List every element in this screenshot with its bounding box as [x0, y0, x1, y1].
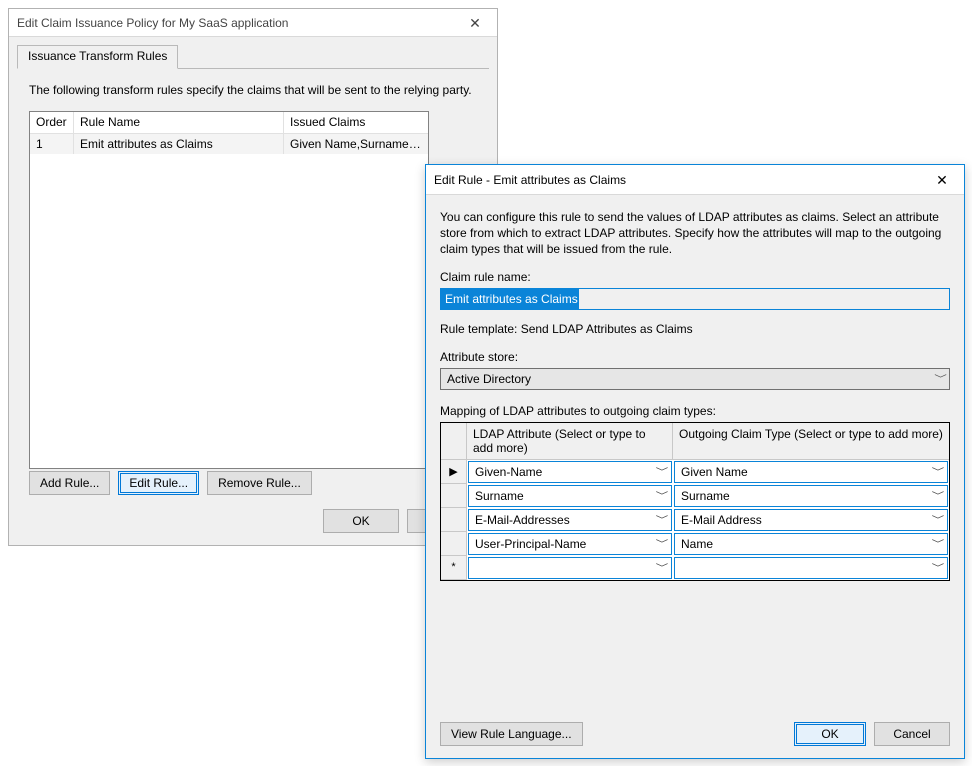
- chevron-down-icon: ﹀: [649, 486, 672, 506]
- col-ldap-attribute[interactable]: LDAP Attribute (Select or type to add mo…: [467, 423, 673, 460]
- chevron-down-icon: ﹀: [925, 486, 948, 506]
- mapping-label: Mapping of LDAP attributes to outgoing c…: [440, 404, 950, 418]
- chevron-down-icon: ﹀: [649, 510, 672, 530]
- dialog-titlebar[interactable]: Edit Rule - Emit attributes as Claims ✕: [426, 165, 964, 195]
- chevron-down-icon: ﹀: [649, 558, 672, 578]
- chevron-down-icon: ﹀: [925, 510, 948, 530]
- mapping-row-new[interactable]: * ﹀ ﹀: [441, 556, 949, 580]
- view-rule-language-button[interactable]: View Rule Language...: [440, 722, 583, 746]
- chevron-down-icon: ﹀: [649, 462, 672, 482]
- dialog-title: Edit Claim Issuance Policy for My SaaS a…: [17, 16, 288, 30]
- ldap-attribute-value: Surname: [475, 489, 524, 503]
- mapping-row[interactable]: Surname ﹀ Surname ﹀: [441, 484, 949, 508]
- claim-rule-name-label: Claim rule name:: [440, 270, 950, 284]
- attribute-store-select[interactable]: Active Directory ﹀: [440, 368, 950, 390]
- cell-claims: Given Name,Surname,E-…: [284, 134, 428, 154]
- ok-button[interactable]: OK: [794, 722, 866, 746]
- claim-type-select[interactable]: Surname ﹀: [674, 485, 948, 507]
- mapping-grid[interactable]: LDAP Attribute (Select or type to add mo…: [440, 422, 950, 581]
- claim-type-select[interactable]: ﹀: [674, 557, 948, 579]
- claim-type-value: E-Mail Address: [681, 513, 762, 527]
- rule-description: You can configure this rule to send the …: [440, 209, 950, 258]
- mapping-row[interactable]: E-Mail-Addresses ﹀ E-Mail Address ﹀: [441, 508, 949, 532]
- row-handle[interactable]: [441, 484, 467, 508]
- chevron-down-icon: ﹀: [649, 534, 672, 554]
- cell-name: Emit attributes as Claims: [74, 134, 284, 154]
- remove-rule-button[interactable]: Remove Rule...: [207, 471, 312, 495]
- ldap-attribute-select[interactable]: ﹀: [468, 557, 672, 579]
- add-rule-button[interactable]: Add Rule...: [29, 471, 110, 495]
- rule-template-label: Rule template: Send LDAP Attributes as C…: [440, 322, 950, 336]
- ok-button[interactable]: OK: [323, 509, 399, 533]
- ldap-attribute-select[interactable]: Surname ﹀: [468, 485, 672, 507]
- close-icon[interactable]: ✕: [920, 165, 964, 195]
- rules-table-header: Order Rule Name Issued Claims: [30, 112, 428, 134]
- table-row[interactable]: 1 Emit attributes as Claims Given Name,S…: [30, 134, 428, 154]
- claim-type-select[interactable]: Given Name ﹀: [674, 461, 948, 483]
- ldap-attribute-value: User-Principal-Name: [475, 537, 586, 551]
- claim-rule-name-input[interactable]: Emit attributes as Claims: [440, 288, 950, 310]
- ldap-attribute-select[interactable]: User-Principal-Name ﹀: [468, 533, 672, 555]
- row-handle[interactable]: [441, 532, 467, 556]
- chevron-down-icon: ﹀: [934, 372, 947, 385]
- ldap-attribute-value: Given-Name: [475, 465, 542, 479]
- edit-rule-button[interactable]: Edit Rule...: [118, 471, 199, 495]
- chevron-down-icon: ﹀: [925, 558, 948, 578]
- cancel-button[interactable]: Cancel: [874, 722, 950, 746]
- edit-rule-dialog: Edit Rule - Emit attributes as Claims ✕ …: [425, 164, 965, 759]
- ldap-attribute-select[interactable]: Given-Name ﹀: [468, 461, 672, 483]
- attribute-store-value: Active Directory: [447, 372, 531, 386]
- rules-table[interactable]: Order Rule Name Issued Claims 1 Emit att…: [29, 111, 429, 469]
- row-handle[interactable]: [441, 508, 467, 532]
- claim-type-select[interactable]: E-Mail Address ﹀: [674, 509, 948, 531]
- claim-type-select[interactable]: Name ﹀: [674, 533, 948, 555]
- claim-type-value: Surname: [681, 489, 730, 503]
- claim-rule-name-value: Emit attributes as Claims: [441, 289, 579, 309]
- mapping-row[interactable]: ▶ Given-Name ﹀ Given Name ﹀: [441, 460, 949, 484]
- col-order[interactable]: Order: [30, 112, 74, 133]
- ldap-attribute-value: E-Mail-Addresses: [475, 513, 570, 527]
- attribute-store-label: Attribute store:: [440, 350, 950, 364]
- close-icon[interactable]: ✕: [453, 9, 497, 37]
- col-claims[interactable]: Issued Claims: [284, 112, 428, 133]
- tabstrip: Issuance Transform Rules: [17, 45, 489, 69]
- claim-type-value: Name: [681, 537, 713, 551]
- dialog-title: Edit Rule - Emit attributes as Claims: [434, 173, 626, 187]
- claim-type-value: Given Name: [681, 465, 748, 479]
- mapping-row[interactable]: User-Principal-Name ﹀ Name ﹀: [441, 532, 949, 556]
- col-claim-type[interactable]: Outgoing Claim Type (Select or type to a…: [673, 423, 949, 460]
- tab-issuance-transform-rules[interactable]: Issuance Transform Rules: [17, 45, 178, 69]
- cell-order: 1: [30, 134, 74, 154]
- col-name[interactable]: Rule Name: [74, 112, 284, 133]
- rules-description: The following transform rules specify th…: [29, 83, 483, 97]
- row-handle-new[interactable]: *: [441, 556, 467, 580]
- chevron-down-icon: ﹀: [925, 534, 948, 554]
- row-handle[interactable]: ▶: [441, 460, 467, 484]
- chevron-down-icon: ﹀: [925, 462, 948, 482]
- row-handle-header: [441, 423, 467, 460]
- ldap-attribute-select[interactable]: E-Mail-Addresses ﹀: [468, 509, 672, 531]
- dialog-titlebar[interactable]: Edit Claim Issuance Policy for My SaaS a…: [9, 9, 497, 37]
